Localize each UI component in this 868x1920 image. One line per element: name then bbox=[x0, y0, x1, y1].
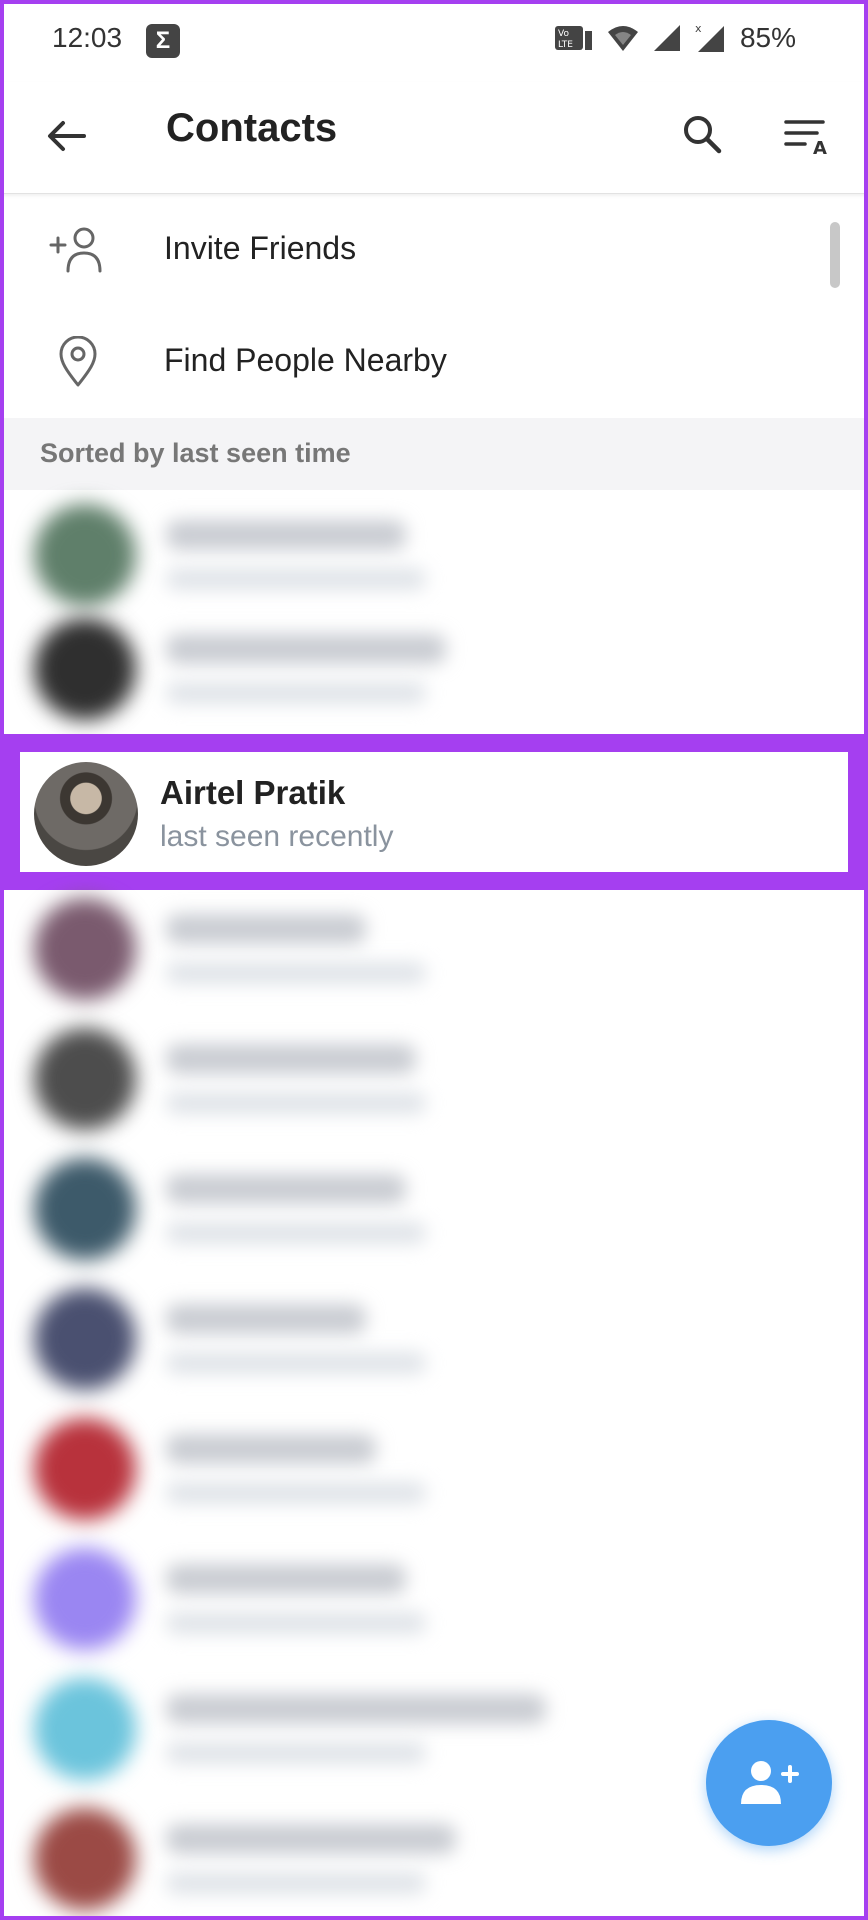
contact-status-blurred bbox=[166, 1872, 426, 1894]
scrollbar[interactable] bbox=[830, 222, 840, 288]
invite-friends-label: Invite Friends bbox=[164, 230, 357, 266]
avatar bbox=[34, 618, 136, 720]
location-pin-icon bbox=[46, 330, 110, 394]
contact-status-blurred bbox=[166, 1092, 426, 1114]
contact-status-blurred bbox=[166, 1222, 426, 1244]
avatar bbox=[34, 1808, 136, 1910]
search-button[interactable] bbox=[676, 108, 728, 160]
contact-name-blurred bbox=[166, 1304, 366, 1334]
arrow-left-icon bbox=[48, 121, 86, 151]
wifi-icon bbox=[606, 23, 640, 53]
svg-text:x: x bbox=[695, 22, 702, 35]
contact-status-blurred bbox=[166, 1742, 426, 1764]
svg-text:Vo: Vo bbox=[558, 29, 569, 39]
contact-name-blurred bbox=[166, 520, 406, 550]
contact-row[interactable] bbox=[0, 490, 868, 620]
contact-name-blurred bbox=[166, 634, 446, 664]
avatar bbox=[34, 1418, 136, 1520]
find-people-nearby-label: Find People Nearby bbox=[164, 342, 447, 378]
contact-name-blurred bbox=[166, 1174, 406, 1204]
contact-row[interactable] bbox=[0, 1404, 868, 1534]
search-icon bbox=[684, 116, 722, 154]
add-person-icon bbox=[46, 218, 110, 282]
add-contact-button[interactable] bbox=[706, 1720, 832, 1846]
signal-no-service-icon: x bbox=[694, 22, 728, 54]
contact-status-blurred bbox=[166, 1482, 426, 1504]
highlighted-contact-frame: Airtel Pratik last seen recently bbox=[0, 734, 868, 890]
page-title: Contacts bbox=[166, 106, 338, 150]
battery-percent: 85% bbox=[739, 22, 796, 53]
avatar bbox=[34, 1548, 136, 1650]
section-header-label: Sorted by last seen time bbox=[40, 438, 351, 468]
avatar bbox=[34, 504, 136, 606]
contact-status-blurred bbox=[166, 1612, 426, 1634]
avatar bbox=[34, 762, 138, 866]
svg-text:LTE: LTE bbox=[558, 40, 573, 50]
contact-name-blurred bbox=[166, 1824, 456, 1854]
contact-name-blurred bbox=[166, 1434, 376, 1464]
sort-button[interactable]: A bbox=[780, 108, 836, 164]
contact-name-blurred bbox=[166, 1564, 406, 1594]
contact-row[interactable] bbox=[0, 604, 868, 734]
back-button[interactable] bbox=[40, 110, 92, 162]
app-bar: Contacts A bbox=[0, 82, 868, 194]
contact-status-blurred bbox=[166, 682, 426, 704]
contact-row-airtel-pratik[interactable]: Airtel Pratik last seen recently bbox=[20, 752, 848, 872]
contact-row[interactable] bbox=[0, 884, 868, 1014]
avatar bbox=[34, 898, 136, 1000]
contact-name-blurred bbox=[166, 1044, 416, 1074]
add-contact-icon bbox=[741, 1761, 799, 1804]
status-bar: 12:03 Σ Vo LTE x 85% bbox=[0, 0, 868, 82]
contact-row[interactable] bbox=[0, 1274, 868, 1404]
contact-row[interactable] bbox=[0, 1144, 868, 1274]
find-people-nearby-item[interactable]: Find People Nearby bbox=[0, 306, 868, 418]
section-header: Sorted by last seen time bbox=[4, 418, 864, 490]
sigma-icon: Σ bbox=[146, 24, 180, 58]
avatar bbox=[34, 1158, 136, 1260]
sort-alpha-icon: A bbox=[784, 120, 827, 156]
avatar bbox=[34, 1678, 136, 1780]
contact-row[interactable] bbox=[0, 1014, 868, 1144]
contact-name-blurred bbox=[166, 1694, 546, 1724]
signal-icon bbox=[652, 23, 682, 53]
invite-friends-item[interactable]: Invite Friends bbox=[0, 194, 868, 306]
contact-name: Airtel Pratik bbox=[160, 774, 346, 811]
contact-status-blurred bbox=[166, 962, 426, 984]
svg-text:A: A bbox=[813, 138, 827, 156]
status-time: 12:03 bbox=[52, 22, 123, 53]
contact-row[interactable] bbox=[0, 1534, 868, 1664]
contact-status-blurred bbox=[166, 1352, 426, 1374]
contact-last-seen: last seen recently bbox=[160, 820, 394, 853]
contact-name-blurred bbox=[166, 914, 366, 944]
volte-icon: Vo LTE bbox=[554, 23, 594, 53]
avatar bbox=[34, 1288, 136, 1390]
avatar bbox=[34, 1028, 136, 1130]
contact-status-blurred bbox=[166, 568, 426, 590]
